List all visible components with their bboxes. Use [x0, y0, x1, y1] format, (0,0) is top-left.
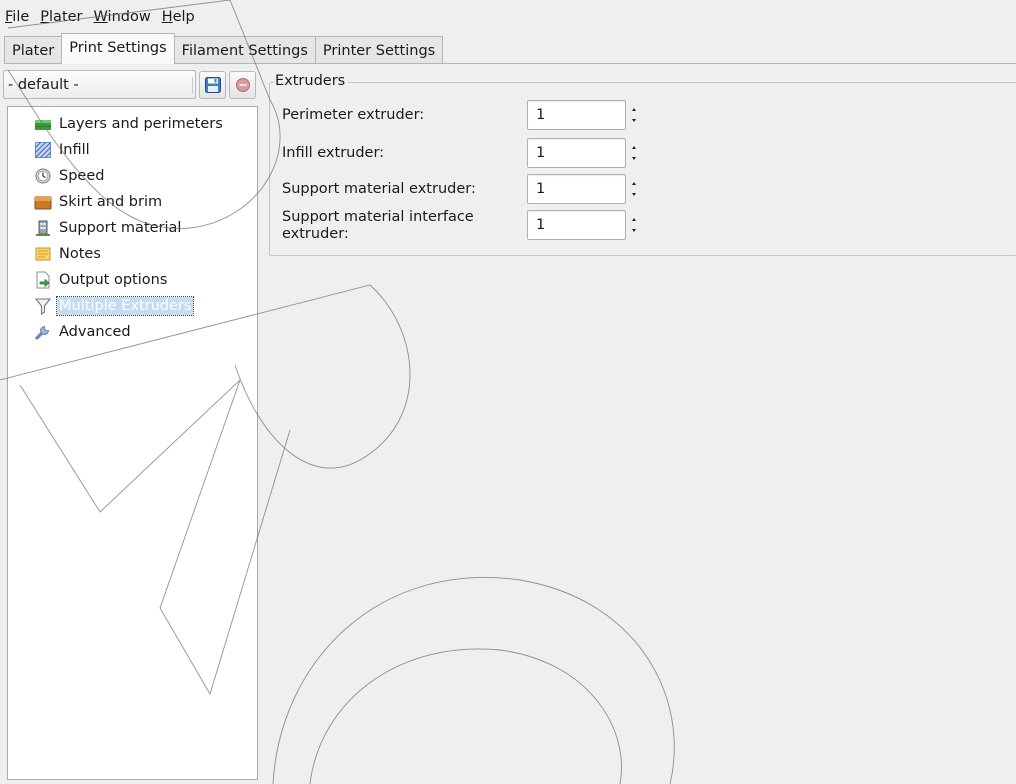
infill-extruder-value: 1: [536, 145, 546, 161]
menu-file[interactable]: File: [4, 9, 30, 25]
page-label: Infill: [59, 142, 90, 158]
layers-icon: [34, 115, 52, 133]
page-label: Multiple Extruders: [55, 296, 195, 316]
notes-icon: [34, 245, 52, 263]
page-layers-and-perimeters[interactable]: Layers and perimeters: [34, 112, 225, 136]
support-icon: [34, 219, 52, 237]
funnel-icon: [34, 297, 52, 315]
page-multiple-extruders[interactable]: Multiple Extruders: [34, 294, 195, 318]
support-interface-extruder-label-line2: extruder:: [282, 226, 349, 242]
page-notes[interactable]: Notes: [34, 242, 103, 266]
dropdown-separator: [192, 77, 193, 93]
perimeter-extruder-label: Perimeter extruder:: [282, 107, 425, 123]
tab-plater[interactable]: Plater: [4, 36, 63, 64]
menu-plater[interactable]: Plater: [39, 9, 83, 25]
support-interface-extruder-label-line1: Support material interface: [282, 209, 474, 225]
infill-icon: [34, 141, 52, 159]
support-material-extruder-spin-buttons[interactable]: [630, 176, 638, 202]
support-material-extruder-label: Support material extruder:: [282, 181, 476, 197]
support-material-extruder-input[interactable]: 1: [527, 174, 626, 204]
page-label: Layers and perimeters: [59, 116, 223, 132]
infill-extruder-input[interactable]: 1: [527, 138, 626, 168]
page-label: Skirt and brim: [59, 194, 163, 210]
delete-preset-button[interactable]: [229, 71, 256, 99]
perimeter-extruder-value: 1: [536, 107, 546, 123]
infill-extruder-label: Infill extruder:: [282, 145, 385, 161]
page-speed[interactable]: Speed: [34, 164, 106, 188]
main-tabbar: Plater Print Settings Filament Settings …: [4, 33, 444, 64]
support-interface-extruder-label: Support material interface extruder:: [282, 209, 474, 243]
tab-print-settings[interactable]: Print Settings: [61, 33, 175, 64]
support-interface-extruder-value: 1: [536, 217, 546, 233]
wrench-icon: [34, 323, 52, 341]
menu-help[interactable]: Help: [161, 9, 196, 25]
page-advanced[interactable]: Advanced: [34, 320, 133, 344]
perimeter-extruder-spin-buttons[interactable]: [630, 102, 638, 128]
settings-page-tree[interactable]: Layers and perimeters Infill Speed Skirt…: [7, 106, 258, 780]
menu-window-mnemonic: W: [93, 9, 108, 25]
spin-up-icon[interactable]: [632, 218, 636, 221]
infill-extruder-spin-buttons[interactable]: [630, 140, 638, 166]
output-icon: [34, 271, 52, 289]
page-label: Output options: [59, 272, 168, 288]
spin-down-icon[interactable]: [632, 119, 636, 122]
page-label: Support material: [59, 220, 182, 236]
page-label: Notes: [59, 246, 101, 262]
menu-file-rest: ile: [12, 9, 30, 25]
menu-window-rest: indow: [107, 9, 151, 25]
menubar: File Plater Window Help: [0, 0, 1016, 34]
app-window: File Plater Window Help Plater Print Set…: [0, 0, 1016, 784]
delete-icon: [235, 78, 250, 92]
spin-down-icon[interactable]: [632, 193, 636, 196]
skirt-icon: [34, 193, 52, 211]
menu-window[interactable]: Window: [93, 9, 152, 25]
menu-plater-rest: later: [49, 9, 83, 25]
page-label: Advanced: [59, 324, 131, 340]
page-output-options[interactable]: Output options: [34, 268, 169, 292]
save-icon: [204, 77, 221, 93]
spin-up-icon[interactable]: [632, 182, 636, 185]
extruders-group-title: Extruders: [274, 73, 349, 89]
perimeter-extruder-input[interactable]: 1: [527, 100, 626, 130]
page-skirt-and-brim[interactable]: Skirt and brim: [34, 190, 164, 214]
menu-plater-mnemonic: P: [40, 9, 50, 25]
tab-filament-settings[interactable]: Filament Settings: [173, 36, 316, 64]
page-infill[interactable]: Infill: [34, 138, 92, 162]
page-support-material[interactable]: Support material: [34, 216, 183, 240]
speed-icon: [34, 167, 52, 185]
preset-dropdown-value: - default -: [8, 76, 79, 93]
spin-up-icon[interactable]: [632, 108, 636, 111]
page-label: Speed: [59, 168, 105, 184]
menu-help-rest: elp: [172, 9, 195, 25]
save-preset-button[interactable]: [199, 71, 226, 99]
support-interface-extruder-spin-buttons[interactable]: [630, 212, 638, 238]
spin-down-icon[interactable]: [632, 229, 636, 232]
tab-printer-settings[interactable]: Printer Settings: [314, 36, 444, 64]
menu-help-mnemonic: H: [161, 9, 173, 25]
preset-dropdown[interactable]: - default -: [3, 70, 196, 99]
support-material-extruder-value: 1: [536, 181, 546, 197]
support-interface-extruder-input[interactable]: 1: [527, 210, 626, 240]
spin-up-icon[interactable]: [632, 146, 636, 149]
spin-down-icon[interactable]: [632, 157, 636, 160]
